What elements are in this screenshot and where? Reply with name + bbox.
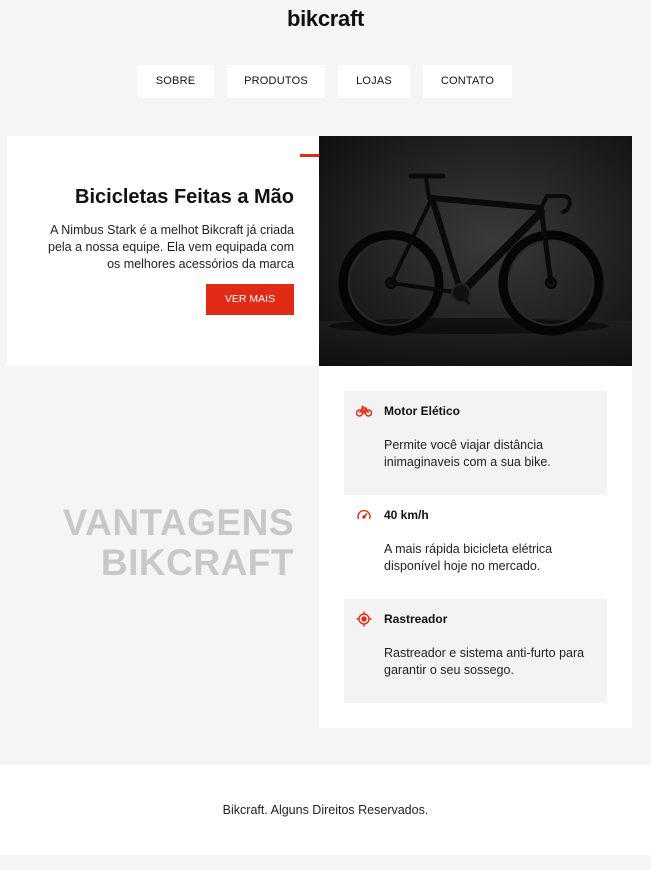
nav-contato[interactable]: CONTATO: [423, 65, 512, 98]
footer-copyright: Bikcraft. Alguns Direitos Reservados.: [222, 803, 429, 817]
nav-lojas[interactable]: LOJAS: [338, 65, 410, 98]
feature-title: Rastreador: [384, 612, 448, 626]
speedometer-icon: [356, 507, 372, 523]
feature-rastreador: Rastreador Rastreador e sistema anti-fur…: [344, 599, 607, 703]
feature-text: Rastreador e sistema anti-furto para gar…: [384, 646, 585, 677]
main-nav: SOBRE PRODUTOS LOJAS CONTATO: [0, 65, 651, 98]
feature-text: A mais rápida bicicleta elétrica disponí…: [384, 542, 553, 573]
feature-text: Permite você viajar distância inimaginav…: [384, 438, 551, 469]
bicycle-photo: [319, 136, 632, 366]
nav-produtos[interactable]: PRODUTOS: [227, 65, 325, 98]
nav-sobre[interactable]: SOBRE: [137, 65, 214, 98]
target-icon: [356, 611, 372, 627]
vantagens-heading: VANTAGENS BIKCRAFT: [7, 503, 294, 583]
feature-velocidade: 40 km/h A mais rápida bicicleta elétrica…: [344, 495, 607, 599]
ver-mais-button[interactable]: VER MAIS: [206, 284, 294, 315]
hero-description: A Nimbus Stark é a melhot Bikcraft já cr…: [48, 223, 294, 271]
vantagens-line-1: VANTAGENS: [62, 502, 294, 543]
vantagens-line-2: BIKCRAFT: [100, 542, 294, 583]
feature-title: Motor Elético: [384, 404, 461, 418]
hero-title: Bicicletas Feitas a Mão: [75, 186, 294, 208]
feature-title: 40 km/h: [384, 508, 429, 522]
bike-icon: [355, 403, 373, 419]
hero-text-panel: Bicicletas Feitas a Mão A Nimbus Stark é…: [7, 136, 319, 366]
footer: Bikcraft. Alguns Direitos Reservados.: [0, 765, 651, 855]
logo[interactable]: bikcraft: [0, 6, 651, 32]
feature-motor-eletico: Motor Elético Permite você viajar distân…: [344, 391, 607, 495]
